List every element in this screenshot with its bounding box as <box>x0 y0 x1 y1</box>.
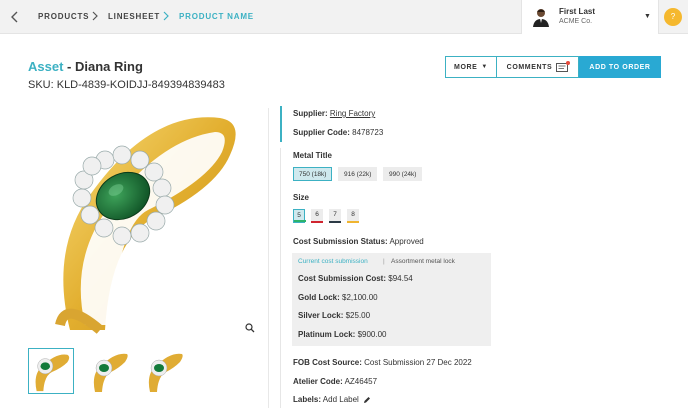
avatar <box>533 9 549 27</box>
size-label-7: 7 <box>333 211 337 218</box>
cost-line: Platinum Lock: $900.00 <box>298 330 387 339</box>
breadcrumb-linesheet[interactable]: LINESHEET <box>108 12 160 21</box>
user-name: First Last <box>559 7 596 16</box>
product-name: Diana Ring <box>74 59 143 74</box>
ring-thumbnail-icon <box>35 354 70 392</box>
asset-label[interactable]: Asset <box>28 59 63 74</box>
size-color-bar <box>311 221 323 223</box>
size-color-bar <box>347 221 359 223</box>
user-company: ACME Co. <box>559 18 593 25</box>
size-color-bar <box>294 220 306 222</box>
comments-label: COMMENTS <box>506 63 553 71</box>
breadcrumb-product-name: PRODUCT NAME <box>179 12 254 21</box>
metal-option-990[interactable]: 990 (24k) <box>383 167 423 181</box>
cost-status-value: Approved <box>389 237 424 246</box>
add-label-link[interactable]: Add Label <box>323 395 359 404</box>
size-option-6[interactable]: 6 <box>311 209 323 223</box>
fob-value: Cost Submission 27 Dec 2022 <box>364 358 472 367</box>
ring-thumbnail-icon <box>148 353 183 392</box>
atelier-row: Atelier Code: AZ46457 <box>293 377 377 386</box>
cost-line: Cost Submission Cost: $94.54 <box>298 274 413 283</box>
tab-current-cost[interactable]: Current cost submission <box>298 258 368 265</box>
supplier-link[interactable]: Ring Factory <box>330 109 375 118</box>
comments-button[interactable]: COMMENTS <box>497 56 579 78</box>
fob-label: FOB Cost Source: <box>293 358 362 367</box>
product-sku: SKU: KLD-4839-KOIDJJ-849394839483 <box>28 79 225 91</box>
cost-status-row: Cost Submission Status: Approved <box>293 237 424 246</box>
ring-thumbnail-icon <box>93 353 128 392</box>
size-color-bar <box>329 221 341 223</box>
add-to-order-label: ADD TO ORDER <box>589 63 651 71</box>
back-chevron-icon[interactable] <box>8 9 22 25</box>
size-option-7[interactable]: 7 <box>329 209 341 223</box>
pencil-icon[interactable] <box>363 396 371 404</box>
metal-option-916[interactable]: 916 (22k) <box>338 167 378 181</box>
atelier-value: AZ46457 <box>344 377 378 386</box>
thumbnail-3[interactable] <box>140 348 186 394</box>
top-bar: PRODUCTS LINESHEET PRODUCT NAME First La… <box>0 0 688 34</box>
product-image[interactable] <box>30 100 265 335</box>
user-menu[interactable]: First Last ACME Co. ▼ <box>521 0 659 34</box>
supplier-code-value: 8478723 <box>352 128 384 137</box>
page-title: Asset - Diana Ring <box>28 59 143 74</box>
more-label: MORE <box>454 63 478 71</box>
labels-label: Labels: <box>293 395 322 404</box>
breadcrumb-separator-icon <box>163 11 169 21</box>
size-option-8[interactable]: 8 <box>347 209 359 223</box>
supplier-label: Supplier: <box>293 109 328 118</box>
help-badge[interactable]: ? <box>664 8 682 26</box>
section-accent <box>280 106 282 142</box>
add-to-order-button[interactable]: ADD TO ORDER <box>579 56 661 78</box>
zoom-icon[interactable] <box>245 323 255 333</box>
thumbnail-2[interactable] <box>85 348 131 394</box>
metal-title-label: Metal Title <box>293 151 332 160</box>
size-label-5: 5 <box>297 212 301 219</box>
breadcrumb-products[interactable]: PRODUCTS <box>38 12 89 21</box>
tab-separator: | <box>383 258 385 265</box>
size-label: Size <box>293 193 310 202</box>
cost-status-label: Cost Submission Status: <box>293 237 388 246</box>
atelier-label: Atelier Code: <box>293 377 343 386</box>
thumbnail-1[interactable] <box>28 348 74 394</box>
size-label-6: 6 <box>315 211 319 218</box>
notification-dot <box>566 60 571 65</box>
more-button[interactable]: MORE ▼ <box>445 56 497 78</box>
metal-option-750[interactable]: 750 (18k) <box>293 167 333 181</box>
comment-icon <box>556 60 571 72</box>
labels-row: Labels: Add Label <box>293 395 371 404</box>
caret-down-icon: ▼ <box>481 64 488 70</box>
caret-down-icon: ▼ <box>644 13 651 20</box>
size-label-8: 8 <box>351 211 355 218</box>
size-option-5[interactable]: 5 <box>293 209 306 223</box>
tab-assortment-lock[interactable]: Assortment metal lock <box>391 258 455 265</box>
column-divider <box>268 108 269 408</box>
supplier-code-row: Supplier Code: 8478723 <box>293 128 383 137</box>
supplier-code-label: Supplier Code: <box>293 128 350 137</box>
cost-line: Gold Lock: $2,100.00 <box>298 293 378 302</box>
breadcrumb-separator-icon <box>92 11 98 21</box>
cost-line: Silver Lock: $25.00 <box>298 311 371 320</box>
fob-row: FOB Cost Source: Cost Submission 27 Dec … <box>293 358 472 367</box>
section-line <box>280 148 281 408</box>
supplier-row: Supplier: Ring Factory <box>293 109 375 118</box>
title-separator: - <box>63 59 75 74</box>
